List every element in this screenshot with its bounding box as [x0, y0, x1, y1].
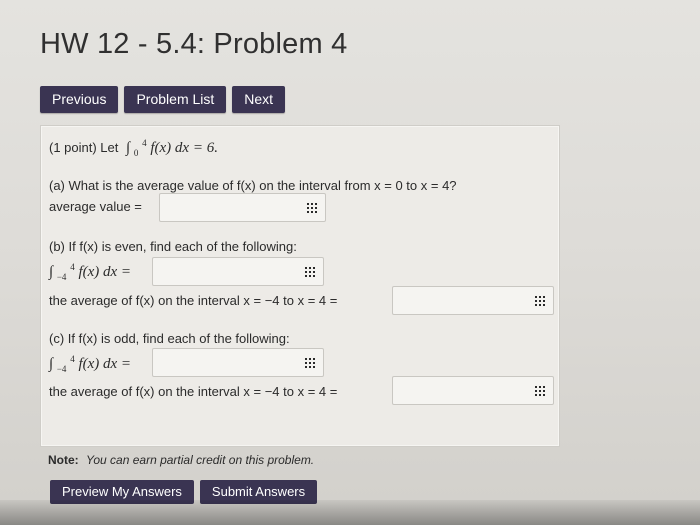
bottom-photo-shadow: [0, 500, 700, 525]
integral-symbol: ∫: [126, 140, 131, 156]
previous-button[interactable]: Previous: [40, 86, 119, 113]
equation-editor-icon[interactable]: [535, 296, 545, 306]
problem-intro: (1 point) Let ∫ 0 4 f(x) dx = 6.: [49, 138, 218, 158]
part-a-question: (a) What is the average value of f(x) on…: [49, 178, 457, 193]
part-a-answer-label: average value =: [49, 199, 142, 214]
part-b-integral-label: ∫ −4 4 f(x) dx =: [49, 262, 131, 282]
part-b-question: (b) If f(x) is even, find each of the fo…: [49, 239, 297, 254]
integral-expression: f(x) dx =: [78, 264, 132, 280]
part-b-integral-math: ∫ −4 4 f(x) dx =: [49, 262, 132, 282]
part-c-average-label: the average of f(x) on the interval x = …: [49, 384, 338, 399]
integral-upper-bound: 4: [142, 138, 147, 148]
problem-navigation: Previous Problem List Next: [40, 86, 286, 113]
average-value-input[interactable]: [159, 193, 326, 222]
integral-symbol: ∫: [49, 264, 54, 280]
integral-lower-bound: 0: [133, 148, 139, 158]
next-button[interactable]: Next: [232, 86, 286, 113]
page-title: HW 12 - 5.4: Problem 4: [40, 28, 348, 60]
note-text: You can earn partial credit on this prob…: [86, 453, 315, 467]
intro-integral: ∫ 0 4 f(x) dx = 6.: [126, 138, 218, 158]
even-average-input[interactable]: [392, 286, 554, 315]
integral-lower-bound: −4: [56, 272, 67, 282]
integral-upper-bound: 4: [70, 354, 75, 364]
odd-average-input[interactable]: [392, 376, 554, 405]
credit-note: Note: You can earn partial credit on thi…: [48, 453, 314, 467]
equation-editor-icon[interactable]: [307, 203, 317, 213]
problem-intro-prefix: (1 point) Let: [49, 140, 119, 155]
part-c-integral-math: ∫ −4 4 f(x) dx =: [49, 354, 132, 374]
odd-integral-input[interactable]: [152, 348, 324, 377]
equation-editor-icon[interactable]: [305, 358, 315, 368]
part-c-question: (c) If f(x) is odd, find each of the fol…: [49, 331, 290, 346]
equation-editor-icon[interactable]: [535, 386, 545, 396]
problem-list-button[interactable]: Problem List: [124, 86, 227, 113]
part-c-integral-label: ∫ −4 4 f(x) dx =: [49, 354, 131, 374]
integral-symbol: ∫: [49, 356, 54, 372]
integral-expression: f(x) dx =: [78, 356, 132, 372]
problem-panel: (1 point) Let ∫ 0 4 f(x) dx = 6. (a) Wha…: [40, 125, 560, 447]
integral-lower-bound: −4: [56, 364, 67, 374]
integral-expression: f(x) dx = 6.: [150, 140, 218, 156]
part-b-average-label: the average of f(x) on the interval x = …: [49, 293, 338, 308]
equation-editor-icon[interactable]: [305, 267, 315, 277]
note-label: Note:: [48, 453, 79, 467]
even-integral-input[interactable]: [152, 257, 324, 286]
integral-upper-bound: 4: [70, 262, 75, 272]
